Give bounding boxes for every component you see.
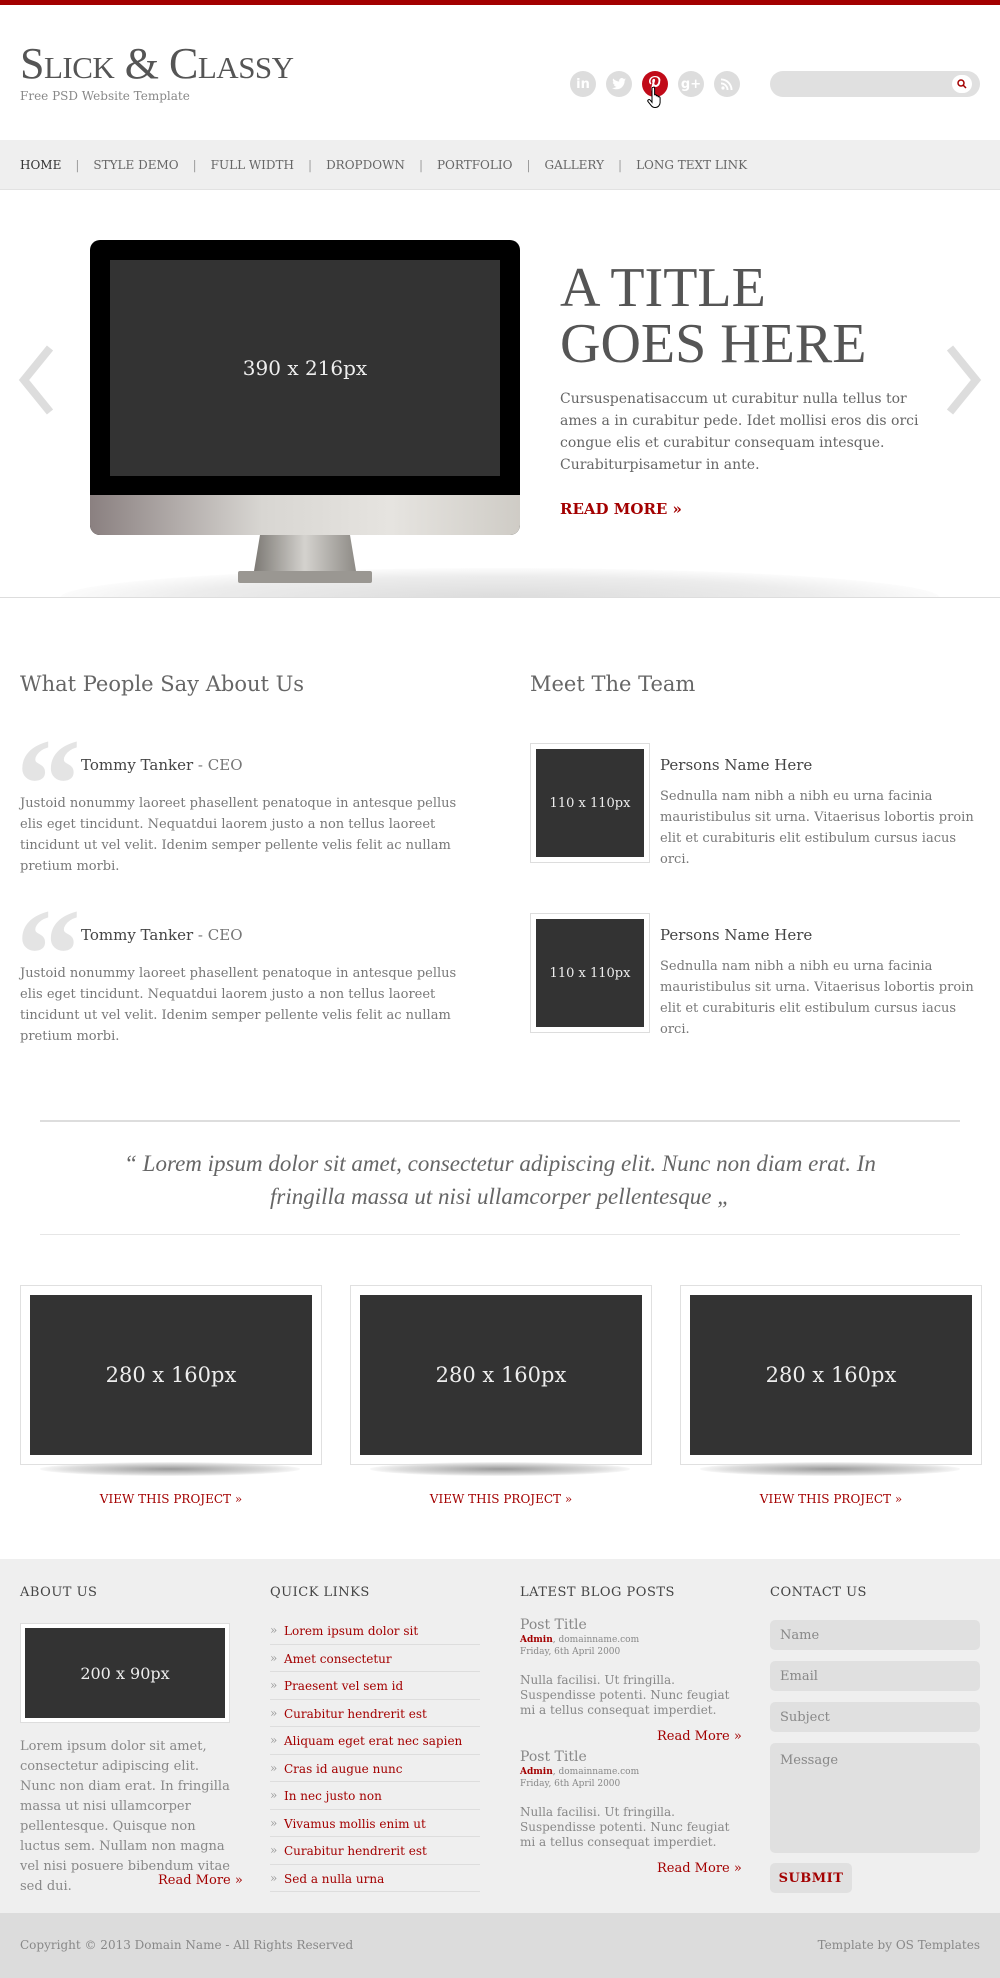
testimonials-title: What People Say About Us [20,672,305,696]
nav-item-home[interactable]: HOME [20,158,61,172]
quick-link[interactable]: Curabitur hendrerit est [270,1837,480,1865]
team-member-photo: 110 x 110px [530,913,650,1033]
view-project-link[interactable]: VIEW THIS PROJECT » [350,1492,652,1506]
view-project-link[interactable]: VIEW THIS PROJECT » [20,1492,322,1506]
team-member-photo: 110 x 110px [530,743,650,863]
slider-floor-shadow [60,568,940,597]
footer-about-title: ABOUT US [20,1585,98,1600]
quick-links-list: Lorem ipsum dolor sit Amet consectetur P… [270,1617,480,1892]
monitor-mockup: 390 x 216px [90,240,520,535]
contact-email-field[interactable]: Email [770,1661,980,1691]
nav-item-style-demo[interactable]: STYLE DEMO [93,158,178,172]
blog-post-read-more[interactable]: Read More » [657,1729,742,1744]
footer-blog-title: LATEST BLOG POSTS [520,1585,675,1600]
footer: ABOUT US 200 x 90px Lorem ipsum dolor si… [0,1559,1000,1913]
slide-title: A TITLE GOES HERE [560,257,867,375]
team-member-bio: Sednulla nam nibh a nibh eu urna facinia… [660,959,974,1037]
search-icon [957,79,967,89]
team-title: Meet The Team [530,672,696,696]
team-member-bio: Sednulla nam nibh a nibh eu urna facinia… [660,789,974,867]
monitor-stand [238,535,372,583]
team-member-name: Persons Name Here [660,756,813,774]
header: Slick & Classy Free PSD Website Template… [0,5,1000,140]
template-credit-link[interactable]: Template by OS Templates [818,1938,980,1952]
nav-item-long-text-link[interactable]: LONG TEXT LINK [636,158,747,172]
testimonial-text: Justoid nonummy laoreet phasellent penat… [20,966,457,1044]
footer-contact-title: CONTACT US [770,1585,867,1600]
site-tagline: Free PSD Website Template [20,89,190,103]
view-project-link[interactable]: VIEW THIS PROJECT » [680,1492,982,1506]
hand-cursor-icon [647,87,661,108]
blog-post-excerpt: Nulla facilisi. Ut fringilla. Suspendiss… [520,1805,730,1849]
contact-submit-button[interactable]: SUBMIT [770,1863,852,1893]
blog-post-read-more[interactable]: Read More » [657,1861,742,1876]
linkedin-icon[interactable]: in [570,71,596,97]
quick-link[interactable]: Cras id augue nunc [270,1755,480,1782]
quick-link[interactable]: Praesent vel sem id [270,1672,480,1700]
nav-item-portfolio[interactable]: PORTFOLIO [437,158,512,172]
quick-link[interactable]: Sed a nulla urna [270,1865,480,1892]
contact-name-field[interactable]: Name [770,1620,980,1650]
quick-link[interactable]: In nec justo non [270,1782,480,1810]
site-logo[interactable]: Slick & Classy [20,40,294,88]
main-navigation: HOME | STYLE DEMO | FULL WIDTH | DROPDOW… [0,140,1000,190]
blog-post-title[interactable]: Post Title [520,1617,587,1633]
google-plus-icon[interactable]: g+ [678,71,704,97]
testimonial-author: Tommy Tanker - CEO [81,926,243,944]
quick-link[interactable]: Aliquam eget erat nec sapien [270,1727,480,1755]
project-card[interactable]: 280 x 160px [680,1285,982,1465]
contact-message-field[interactable]: Message [770,1743,980,1853]
nav-item-gallery[interactable]: GALLERY [544,158,604,172]
search-input[interactable] [770,71,980,97]
footer-about-read-more[interactable]: Read More » [158,1873,243,1888]
search-button[interactable] [952,75,972,93]
blog-post-date: Friday, 6th April 2000 [520,1779,621,1789]
footer-about-image: 200 x 90px [20,1623,230,1723]
blog-post-meta: Admin, domainname.com [520,1767,640,1777]
team-member-name: Persons Name Here [660,926,813,944]
blog-post-excerpt: Nulla facilisi. Ut fringilla. Suspendiss… [520,1673,730,1717]
bottom-bar: Copyright © 2013 Domain Name - All Right… [0,1913,1000,1978]
nav-item-full-width[interactable]: FULL WIDTH [211,158,294,172]
testimonial-text: Justoid nonummy laoreet phasellent penat… [20,796,457,874]
quick-link[interactable]: Lorem ipsum dolor sit [270,1617,480,1645]
contact-subject-field[interactable]: Subject [770,1702,980,1732]
slide-read-more-link[interactable]: READ MORE » [560,500,682,518]
project-card[interactable]: 280 x 160px [350,1285,652,1465]
footer-quick-links-title: QUICK LINKS [270,1585,370,1600]
quick-link[interactable]: Vivamus mollis enim ut [270,1810,480,1837]
project-card[interactable]: 280 x 160px [20,1285,322,1465]
blog-post-meta: Admin, domainname.com [520,1635,640,1645]
twitter-icon[interactable] [606,71,632,97]
quick-link[interactable]: Amet consectetur [270,1645,480,1672]
quick-link[interactable]: Curabitur hendrerit est [270,1700,480,1727]
copyright-text: Copyright © 2013 Domain Name - All Right… [20,1938,354,1952]
rss-icon[interactable] [714,71,740,97]
blog-post-date: Friday, 6th April 2000 [520,1647,621,1657]
slider-prev-arrow-icon[interactable] [18,340,58,420]
blog-post-title[interactable]: Post Title [520,1749,587,1765]
hero-slider: 390 x 216px A TITLE GOES HERE Cursuspena… [0,190,1000,598]
featured-quote: “ Lorem ipsum dolor sit amet, consectetu… [40,1120,960,1235]
slider-next-arrow-icon[interactable] [942,340,982,420]
testimonial-author: Tommy Tanker - CEO [81,756,243,774]
nav-item-dropdown[interactable]: DROPDOWN [326,158,405,172]
slide-description: Cursuspenatisaccum ut curabitur nulla te… [560,391,919,473]
slider-image: 390 x 216px [110,260,500,476]
